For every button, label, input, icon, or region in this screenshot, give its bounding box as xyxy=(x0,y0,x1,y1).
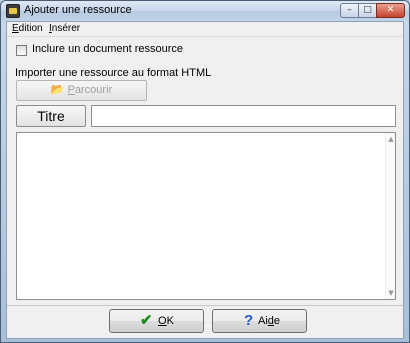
app-icon xyxy=(6,4,20,18)
titre-button[interactable]: Titre xyxy=(16,105,86,127)
help-label: Aide xyxy=(258,315,281,327)
titre-input[interactable] xyxy=(91,105,396,127)
browse-button[interactable]: 📂 Parcourir xyxy=(16,80,147,101)
dialog-window: Ajouter une ressource – □ ✕ Edition Insé… xyxy=(0,0,410,343)
scroll-up-icon[interactable]: ▲ xyxy=(387,135,395,143)
include-document-label[interactable]: Inclure un document ressource xyxy=(32,43,183,55)
close-button[interactable]: ✕ xyxy=(376,3,405,18)
menu-inserer[interactable]: Insérer xyxy=(49,23,80,34)
menu-edition[interactable]: Edition xyxy=(12,23,43,34)
minimize-button[interactable]: – xyxy=(340,3,359,18)
title-bar[interactable]: Ajouter une ressource – □ ✕ xyxy=(1,1,409,21)
maximize-button[interactable]: □ xyxy=(358,3,377,18)
include-document-checkbox[interactable] xyxy=(16,45,27,56)
ok-label: OK xyxy=(158,315,174,327)
help-icon: ? xyxy=(244,312,254,329)
help-button[interactable]: ? Aide xyxy=(212,309,307,333)
separator xyxy=(7,305,403,306)
menu-edition-label: dition xyxy=(18,23,43,34)
import-html-label: Importer une ressource au format HTML xyxy=(15,67,212,79)
menu-bar: Edition Insérer xyxy=(7,22,403,37)
vertical-scrollbar[interactable]: ▲ ▼ xyxy=(385,133,395,299)
resource-content-textarea[interactable]: ▲ ▼ xyxy=(16,132,396,300)
scroll-down-icon[interactable]: ▼ xyxy=(387,289,395,297)
browse-mnemonic: P xyxy=(67,84,75,96)
dialog-client-area: Edition Insérer Inclure un document ress… xyxy=(6,21,404,339)
folder-icon: 📂 xyxy=(50,84,65,96)
ok-button[interactable]: ✔ OK xyxy=(109,309,204,333)
menu-edition-mnemonic: E xyxy=(12,23,19,34)
menu-inserer-label: nsérer xyxy=(51,23,81,34)
browse-label: arcourir xyxy=(74,84,113,96)
window-title: Ajouter une ressource xyxy=(24,4,132,16)
checkmark-icon: ✔ xyxy=(140,312,153,329)
